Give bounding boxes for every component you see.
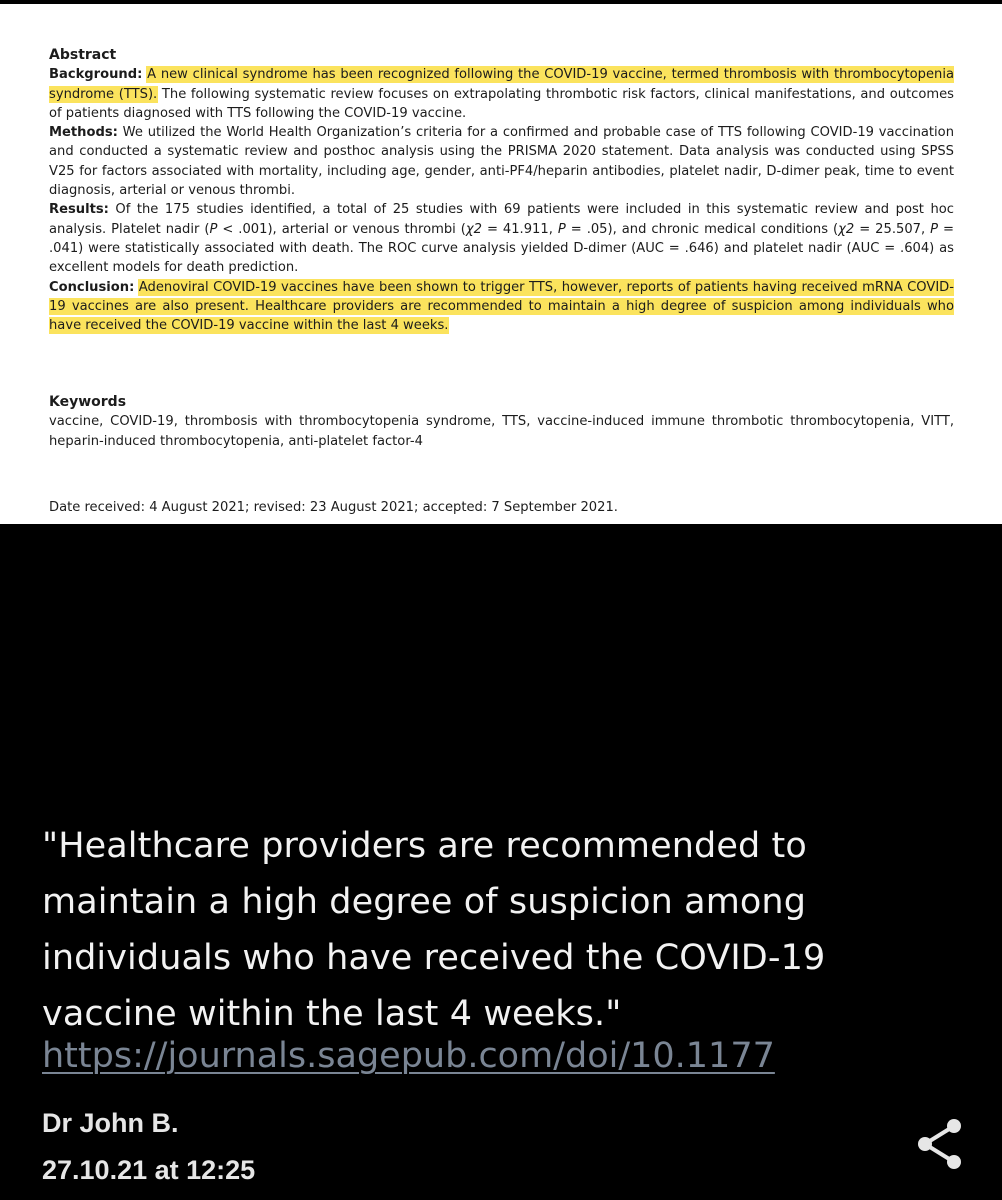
results-text-5: = 25.507, — [854, 221, 931, 237]
background-paragraph: Background: A new clinical syndrome has … — [49, 65, 954, 123]
results-paragraph: Results: Of the 175 studies identified, … — [49, 200, 954, 277]
methods-label: Methods: — [49, 125, 118, 141]
conclusion-highlight: Adenoviral COVID-19 vaccines have been s… — [49, 279, 954, 334]
keywords-section: Keywords vaccine, COVID-19, thrombosis w… — [49, 393, 954, 451]
results-text-4: = .05), and chronic medical conditions ( — [565, 221, 839, 237]
results-p-symbol-2: P — [557, 221, 566, 237]
keywords-heading: Keywords — [49, 394, 127, 410]
post-timestamp: 27.10.21 at 12:25 — [42, 1155, 256, 1185]
share-icon — [918, 1119, 961, 1169]
methods-text: We utilized the World Health Organizatio… — [49, 125, 954, 199]
conclusion-label: Conclusion: — [49, 279, 135, 295]
abstract-section: Abstract Background: A new clinical synd… — [49, 46, 954, 335]
results-label: Results: — [49, 202, 109, 218]
paper-screenshot: Abstract Background: A new clinical synd… — [0, 4, 1002, 524]
author-name: Dr John B. — [42, 1108, 179, 1138]
results-chi-symbol-2: χ2 — [838, 221, 855, 237]
background-label: Background: — [49, 67, 143, 83]
doi-link[interactable]: https://journals.sagepub.com/doi/10.1177 — [42, 1030, 775, 1082]
conclusion-paragraph: Conclusion: Adenoviral COVID-19 vaccines… — [49, 278, 954, 336]
share-button[interactable] — [912, 1116, 968, 1172]
abstract-heading: Abstract — [49, 47, 117, 63]
dates-line: Date received: 4 August 2021; revised: 2… — [49, 500, 618, 515]
methods-paragraph: Methods: We utilized the World Health Or… — [49, 123, 954, 200]
results-text-3: = 41.911, — [481, 221, 558, 237]
post-caption: "Healthcare providers are recommended to… — [42, 826, 826, 1034]
results-chi-symbol-1: χ2 — [465, 221, 482, 237]
keywords-text: vaccine, COVID-19, thrombosis with throm… — [49, 414, 954, 449]
results-text-2: < .001), arterial or venous thrombi ( — [217, 221, 466, 237]
background-text: The following systematic review focuses … — [49, 86, 954, 121]
results-p-symbol-3: P — [930, 221, 939, 237]
